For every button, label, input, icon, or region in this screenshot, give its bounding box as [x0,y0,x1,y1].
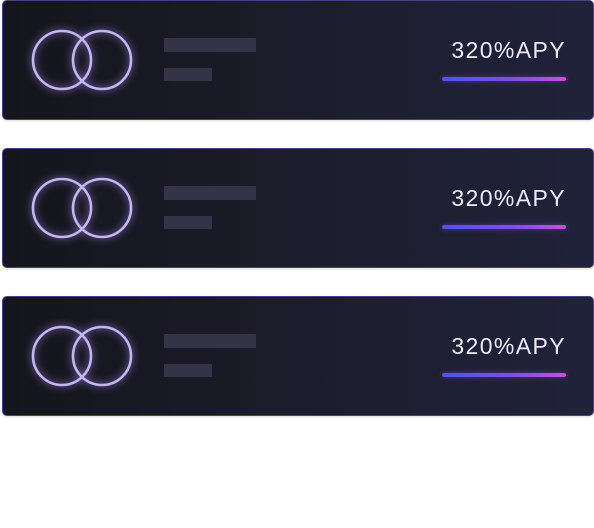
apy-gradient-bar [442,373,566,377]
apy-label: 320%APY [451,37,566,63]
pool-card[interactable]: 320%APY [2,296,594,416]
pool-card-list: 320%APY 320%APY 320%APY [2,0,594,444]
apy-label: 320%APY [451,333,566,359]
pool-subtitle-placeholder [164,68,212,81]
pool-subtitle-placeholder [164,364,212,377]
apy-gradient-bar [442,77,566,81]
pool-name-placeholder [164,38,256,52]
pool-name-placeholder [164,334,256,348]
pool-card[interactable]: 320%APY [2,0,594,120]
pool-name-placeholder [164,186,256,200]
double-ring-icon [29,27,135,93]
apy-gradient-bar [442,225,566,229]
double-ring-icon [29,175,135,241]
double-ring-icon [29,323,135,389]
pool-subtitle-placeholder [164,216,212,229]
pool-card[interactable]: 320%APY [2,148,594,268]
apy-label: 320%APY [451,185,566,211]
